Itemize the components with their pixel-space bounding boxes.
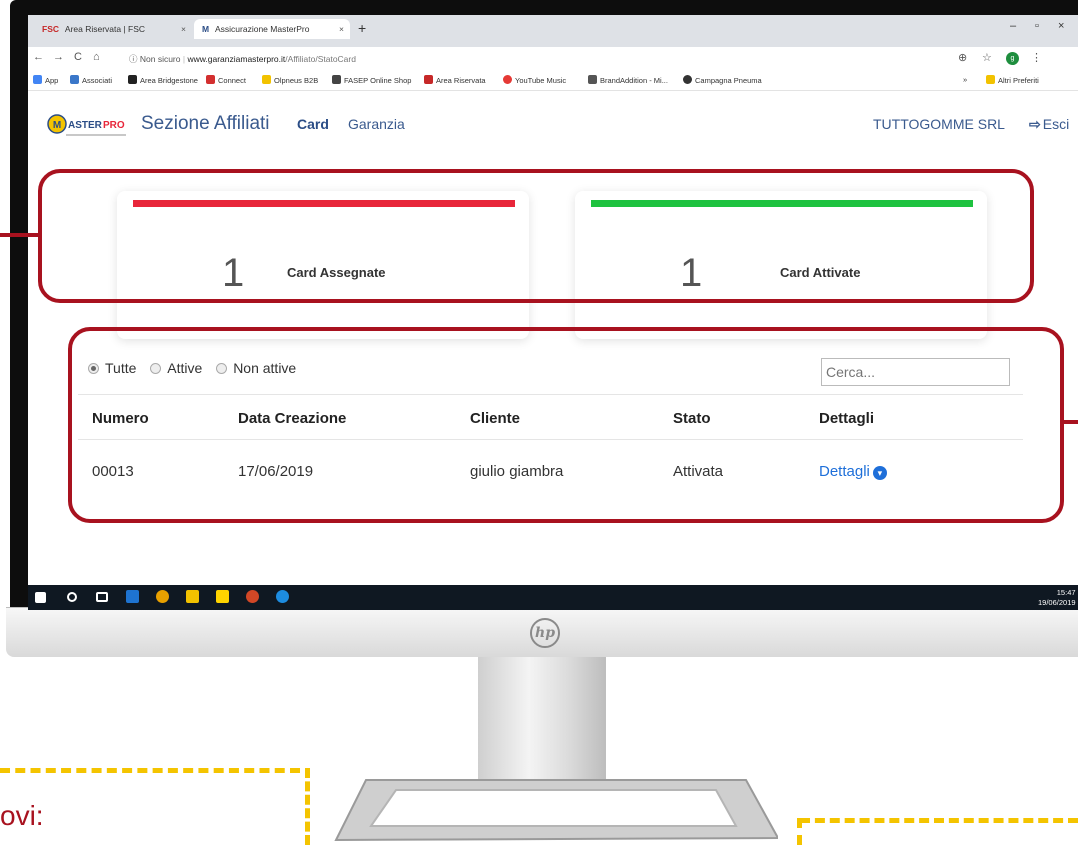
annotation-kpi-frame [38,169,1034,303]
bookmark-icon [206,75,215,84]
file-explorer-icon[interactable] [186,590,199,603]
profile-avatar[interactable]: g [1006,52,1019,65]
reload-icon[interactable]: C [74,51,82,63]
menu-icon[interactable]: ⋮ [1031,51,1042,64]
svg-text:PRO: PRO [103,120,125,131]
folder-icon [986,75,995,84]
masterpro-favicon-icon: M [202,24,210,34]
annotation-connector [1062,420,1078,424]
bookmark-icon [128,75,137,84]
zoom-icon[interactable]: ⊕ [958,51,967,64]
address-bar: ← → C ⌂ ⓘ Non sicuro | www.garanziamaste… [28,48,1078,70]
bookmark-item[interactable]: Associati [70,75,112,85]
task-view-icon[interactable] [96,592,108,602]
bookmark-item[interactable]: Area Bridgestone [128,75,198,85]
url-field[interactable]: ⓘ Non sicuro | www.garanziamasterpro.it/… [129,53,356,65]
internet-explorer-icon[interactable] [276,590,289,603]
tab-title: Assicurazione MasterPro [215,24,310,34]
sticky-notes-icon[interactable] [216,590,229,603]
fsc-favicon-icon: FSC [42,24,59,34]
svg-text:ASTER: ASTER [68,120,103,131]
nav-garanzia-link[interactable]: Garanzia [348,116,405,132]
back-icon[interactable]: ← [33,51,44,63]
close-tab-icon[interactable]: × [181,19,186,39]
url-path: /Affiliato/StatoCard [285,54,356,64]
url-host: www.garanziamasterpro.it [187,54,286,64]
apps-icon [33,75,42,84]
user-name: TUTTOGOMME SRL [873,116,1005,132]
forward-icon[interactable]: → [53,51,64,63]
annotation-caption: ovi: [0,800,44,831]
callout-dashed-border [0,768,300,773]
clock[interactable]: 15:47 19/06/2019 [1038,588,1076,608]
bookmark-icon [503,75,512,84]
section-title: Sezione Affiliati [141,113,270,134]
bookmark-item[interactable]: Campagna Pneuma [683,75,762,85]
browser-tabstrip: FSC Area Riservata | FSC × M Assicurazio… [28,15,1078,47]
tab-title: Area Riservata | FSC [64,24,146,34]
bookmark-item[interactable]: App [33,75,58,85]
bookmark-item[interactable]: Olpneus B2B [262,75,318,85]
chrome-icon[interactable] [156,590,169,603]
logout-link[interactable]: ⇨ Esci [1029,116,1069,133]
maximize-icon[interactable]: ▫ [1035,20,1039,32]
security-indicator: ⓘ Non sicuro [129,54,181,64]
bookmark-icon [424,75,433,84]
close-window-icon[interactable]: × [1058,20,1064,32]
stage: hp FSC Area Riservata | FSC × M Assicura… [0,0,1078,845]
bookmark-item[interactable]: Connect [206,75,246,85]
star-icon[interactable]: ☆ [982,51,992,64]
monitor-stand-base [334,779,778,842]
annotation-connector [0,233,40,237]
home-icon[interactable]: ⌂ [93,51,100,63]
tab-masterpro[interactable]: M Assicurazione MasterPro × [194,19,350,39]
powerpoint-icon[interactable] [246,590,259,603]
svg-text:M: M [53,120,61,131]
other-bookmarks[interactable]: Altri Preferiti [986,75,1039,85]
nav-card-link[interactable]: Card [297,116,329,132]
close-tab-icon[interactable]: × [339,19,344,39]
bookmark-item[interactable]: BrandAddition - Mi... [588,75,668,85]
bookmark-icon [332,75,341,84]
outlook-icon[interactable] [126,590,139,603]
annotation-table-frame [68,327,1064,523]
logout-icon: ⇨ [1029,116,1041,132]
windows-start-icon[interactable] [35,592,46,603]
bookmark-icon [262,75,271,84]
callout-dashed-border [305,768,310,845]
search-icon[interactable] [67,592,77,602]
hp-logo: hp [530,618,560,648]
bookmark-item[interactable]: YouTube Music [503,75,566,85]
bookmark-item[interactable]: Area Riservata [424,75,486,85]
bookmark-icon [588,75,597,84]
callout-dashed-border [797,818,802,845]
callout-dashed-border [800,818,1078,823]
bookmark-item[interactable]: FASEP Online Shop [332,75,411,85]
taskbar: 15:47 19/06/2019 [28,585,1078,610]
bookmarks-bar: App Associati Area Bridgestone Connect O… [28,71,1078,91]
tab-fsc[interactable]: FSC Area Riservata | FSC × [34,19,192,39]
bookmark-icon [683,75,692,84]
minimize-icon[interactable]: – [1010,20,1016,32]
bookmark-icon [70,75,79,84]
masterpro-logo[interactable]: M ASTER PRO [46,112,131,140]
new-tab-button[interactable]: + [358,20,366,36]
bookmarks-more-icon[interactable]: » [963,75,967,84]
